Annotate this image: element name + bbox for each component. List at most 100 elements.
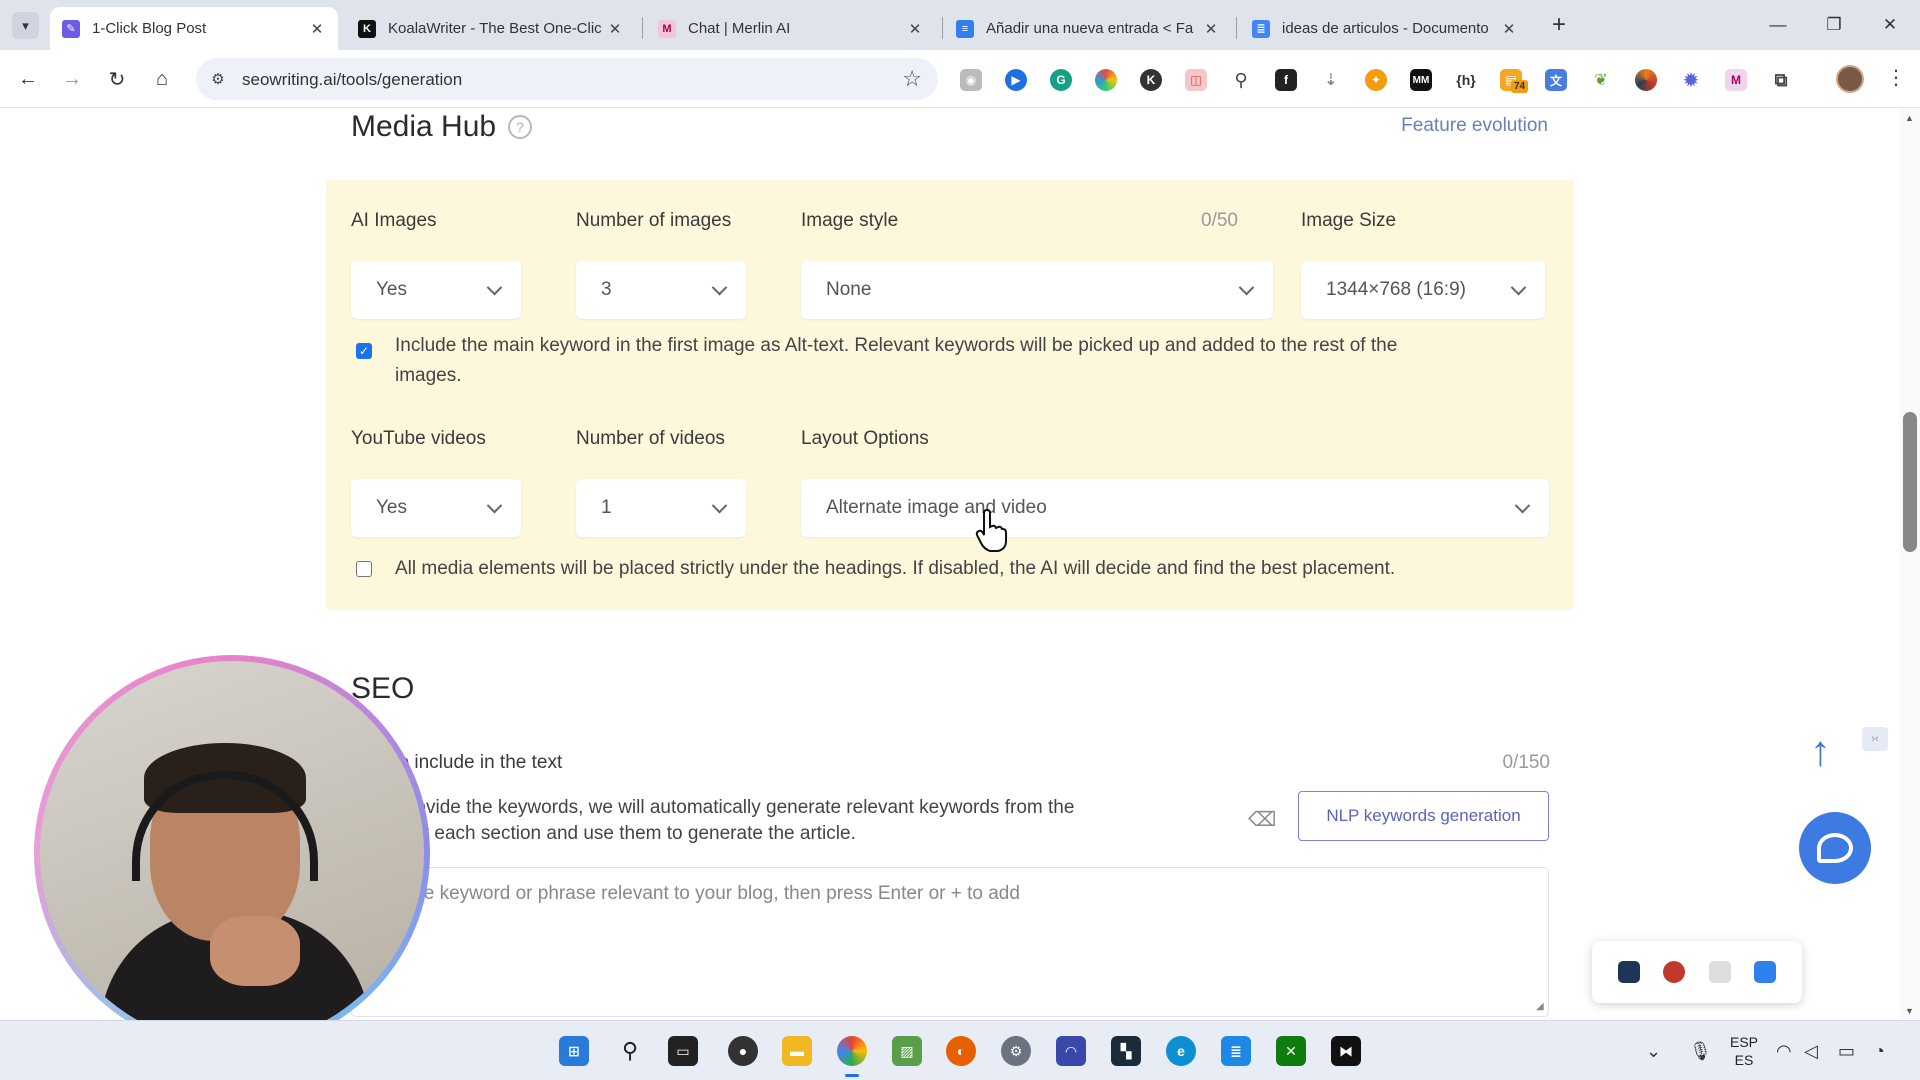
tab-wordpress[interactable]: ≡ Añadir una nueva entrada < Fa ✕ [944, 7, 1232, 50]
chevron-down-icon [1511, 283, 1525, 297]
page-scrollbar[interactable]: ▲ ▼ [1900, 109, 1920, 1020]
firefox-icon[interactable]: ◐ [946, 1036, 976, 1066]
site-info-icon[interactable]: ⚙ [208, 69, 228, 89]
k-extension-icon[interactable]: K [1140, 69, 1162, 91]
settings-icon[interactable]: ⚙ [1001, 1036, 1031, 1066]
scroll-up-icon[interactable]: ▲ [1905, 113, 1914, 123]
placement-checkbox[interactable] [356, 561, 372, 577]
chrome-icon[interactable] [837, 1036, 867, 1066]
battery-icon[interactable]: ▭ [1838, 1041, 1855, 1062]
number-of-images-select[interactable]: 3 [576, 261, 746, 319]
orb-extension-icon[interactable] [1635, 69, 1657, 91]
restore-button[interactable]: ❐ [1814, 10, 1854, 40]
eraser-icon[interactable]: ⌫ [1248, 807, 1276, 831]
language-indicator[interactable]: ESP ES [1726, 1033, 1762, 1069]
close-icon[interactable]: ✕ [308, 20, 326, 38]
youtube-videos-select[interactable]: Yes [351, 479, 521, 537]
tab-koalawriter[interactable]: K KoalaWriter - The Best One-Clic ✕ [346, 7, 636, 50]
search-icon[interactable]: ⚲ [615, 1036, 645, 1066]
more-menu-icon[interactable]: ⋮ [1886, 65, 1906, 90]
tab-title: Añadir una nueva entrada < Fa [986, 20, 1194, 37]
capcut-icon[interactable]: ⧓ [1331, 1036, 1361, 1066]
bookmark-star-icon[interactable]: ☆ [902, 66, 922, 92]
resize-handle-icon[interactable]: ◢ [1536, 1001, 1544, 1012]
close-icon[interactable]: ✕ [906, 20, 924, 38]
tab-title: Chat | Merlin AI [688, 20, 791, 37]
windows-start-icon[interactable]: ⊞ [559, 1036, 589, 1066]
search-extension-icon[interactable]: ⚲ [1230, 69, 1252, 91]
wordpress-icon: ≡ [956, 19, 974, 38]
tab-google-docs[interactable]: ≣ ideas de articulos - Documento ✕ [1240, 7, 1530, 50]
xbox-icon[interactable]: ✕ [1276, 1036, 1306, 1066]
leaf-extension-icon[interactable]: ❦ [1590, 69, 1612, 91]
close-icon[interactable]: ✕ [606, 20, 624, 38]
color-extension-icon[interactable] [1095, 69, 1117, 91]
alt-text-checkbox[interactable]: ✓ [356, 343, 372, 359]
task-view-icon[interactable]: ▭ [668, 1036, 698, 1066]
wifi-icon[interactable]: ◠ [1776, 1041, 1792, 1062]
back-button[interactable]: ← [12, 63, 44, 95]
scroll-down-icon[interactable]: ▼ [1905, 1006, 1914, 1016]
volume-icon[interactable]: ◁ [1804, 1041, 1818, 1062]
screenshot-extension-icon[interactable]: ◫ [1185, 69, 1207, 91]
mm-extension-icon[interactable]: MM [1410, 69, 1432, 91]
image-style-select[interactable]: None [801, 261, 1273, 319]
layout-options-label: Layout Options [801, 428, 929, 449]
play-extension-icon[interactable]: ▶ [1005, 69, 1027, 91]
popup-record-icon[interactable] [1663, 961, 1686, 983]
keywords-description-line-2: yword for each section and use them to g… [351, 823, 856, 844]
image-size-select[interactable]: 1344×768 (16:9) [1301, 261, 1545, 319]
tab-merlin[interactable]: M Chat | Merlin AI ✕ [646, 7, 936, 50]
home-button[interactable]: ⌂ [146, 63, 178, 95]
notepad-icon[interactable]: ≣ [1221, 1036, 1251, 1066]
popup-shield-icon[interactable] [1754, 961, 1777, 983]
minimize-button[interactable]: — [1758, 10, 1798, 40]
close-icon[interactable]: ✕ [1500, 20, 1518, 38]
feature-evolution-link[interactable]: Feature evolution [1388, 115, 1548, 137]
new-tab-button[interactable]: + [1544, 10, 1574, 40]
collapse-widget-icon[interactable]: ›‹ [1862, 727, 1888, 751]
popup-usb-icon[interactable] [1708, 961, 1731, 983]
forward-button[interactable]: → [56, 63, 88, 95]
grammarly-extension-icon[interactable]: G [1050, 69, 1072, 91]
help-icon[interactable]: ? [508, 115, 533, 139]
font-extension-icon[interactable]: f [1275, 69, 1297, 91]
microphone-icon[interactable]: 🎙 [1689, 1041, 1712, 1062]
merlin-extension-icon[interactable]: M [1725, 69, 1747, 91]
file-explorer-icon[interactable]: ▬ [782, 1036, 812, 1066]
download-extension-icon[interactable]: ⇣ [1320, 69, 1342, 91]
tab-search-button[interactable]: ▾ [12, 12, 39, 39]
layout-options-select[interactable]: Alternate image and video [801, 479, 1549, 537]
window-close-button[interactable]: ✕ [1870, 10, 1910, 40]
headphones-app-icon[interactable]: ◠ [1056, 1036, 1086, 1066]
chat-widget-button[interactable] [1799, 812, 1871, 884]
tray-chevron-icon[interactable]: ⌄ [1646, 1041, 1661, 1062]
photos-icon[interactable]: ▨ [892, 1036, 922, 1066]
number-of-videos-select[interactable]: 1 [576, 479, 746, 537]
scrollbar-thumb[interactable] [1903, 412, 1917, 552]
keywords-textarea[interactable]: e some keyword or phrase relevant to you… [351, 867, 1549, 1017]
code-extension-icon[interactable]: {h} [1455, 69, 1477, 91]
chevron-down-icon [1239, 283, 1253, 297]
extension-badge: 74 [1511, 80, 1529, 93]
camera-extension-icon[interactable]: ◉ [960, 69, 982, 91]
profile-avatar[interactable] [1836, 65, 1864, 93]
edge-icon[interactable]: e [1166, 1036, 1196, 1066]
scroll-to-top-icon[interactable]: ↑ [1810, 727, 1831, 775]
tab-blog-post[interactable]: ✎ 1-Click Blog Post ✕ [50, 7, 338, 50]
close-icon[interactable]: ✕ [1202, 20, 1220, 38]
reload-button[interactable]: ↻ [101, 63, 133, 95]
notification-icon[interactable]: ◔ [1874, 1041, 1885, 1062]
image-style-counter: 0/50 [1201, 210, 1238, 231]
popup-app-icon[interactable] [1617, 961, 1640, 983]
address-bar[interactable]: ⚙ seowriting.ai/tools/generation ☆ [196, 58, 938, 100]
translate-extension-icon[interactable]: 文 [1545, 69, 1567, 91]
alt-text-line-2: images. [395, 365, 462, 386]
ai-images-select[interactable]: Yes [351, 261, 521, 319]
chat-app-icon[interactable]: ● [728, 1036, 758, 1066]
gear-extension-icon[interactable]: ✹ [1680, 69, 1702, 92]
fox-extension-icon[interactable]: ✦ [1365, 69, 1387, 91]
nlp-keywords-button[interactable]: NLP keywords generation [1298, 791, 1549, 841]
puzzle-icon[interactable]: ⧉ [1770, 69, 1792, 91]
dev-tool-icon[interactable]: ▚ [1111, 1036, 1141, 1066]
